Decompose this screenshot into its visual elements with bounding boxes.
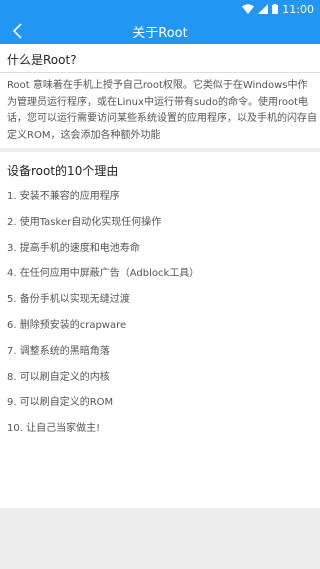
list-item: 8. 可以刷自定义的内核	[7, 371, 110, 383]
intro-heading: 什么是Root?	[7, 53, 77, 67]
status-time: 11:00	[282, 2, 314, 16]
reasons-card: 设备root的10个理由 1. 安装不兼容的应用程序 2. 使用Tasker自动…	[0, 152, 320, 508]
list-item: 6. 删除预安装的crapware	[7, 319, 127, 331]
list-item: 2. 使用Tasker自动化实现任何操作	[7, 216, 162, 228]
status-bar: 11:00	[0, 0, 320, 18]
signal-icon	[258, 4, 269, 14]
chevron-left-icon	[12, 23, 22, 39]
intro-card: 什么是Root? Root 意味着在手机上授予自己root权限。它类似于在Win…	[0, 44, 320, 148]
intro-body: Root 意味着在手机上授予自己root权限。它类似于在Windows中作为管理…	[7, 80, 317, 141]
list-item: 1. 安装不兼容的应用程序	[7, 191, 120, 202]
back-button[interactable]	[6, 18, 30, 44]
list-item: 9. 可以刷自定义的ROM	[7, 397, 114, 409]
app-bar: 关于Root	[0, 18, 320, 44]
list-item: 5. 备份手机以实现无缝过渡	[7, 294, 130, 306]
reasons-heading: 设备root的10个理由	[7, 164, 119, 178]
battery-icon	[272, 4, 279, 14]
reasons-list: 1. 安装不兼容的应用程序 2. 使用Tasker自动化实现任何操作 3. 提高…	[7, 190, 199, 448]
list-item: 10. 让自己当家做主!	[7, 423, 101, 435]
list-item: 3. 提高手机的速度和电池寿命	[7, 242, 140, 254]
list-item: 4. 在任何应用中屏蔽广告（Adblock工具）	[7, 268, 200, 280]
list-item: 7. 调整系统的黑暗角落	[7, 345, 110, 357]
divider	[0, 72, 320, 73]
wifi-icon	[242, 4, 255, 14]
page-title: 关于Root	[132, 25, 188, 41]
